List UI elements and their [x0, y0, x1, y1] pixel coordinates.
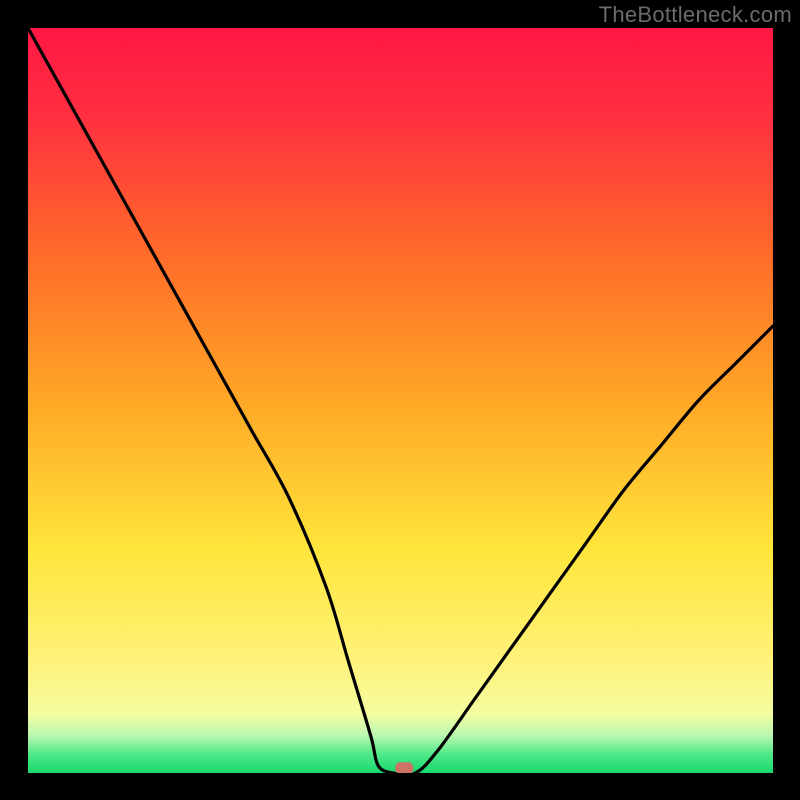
minimum-marker	[395, 762, 413, 773]
watermark-text: TheBottleneck.com	[599, 2, 792, 28]
gradient-background	[28, 28, 773, 773]
chart-frame: TheBottleneck.com	[0, 0, 800, 800]
bottleneck-chart	[28, 28, 773, 773]
